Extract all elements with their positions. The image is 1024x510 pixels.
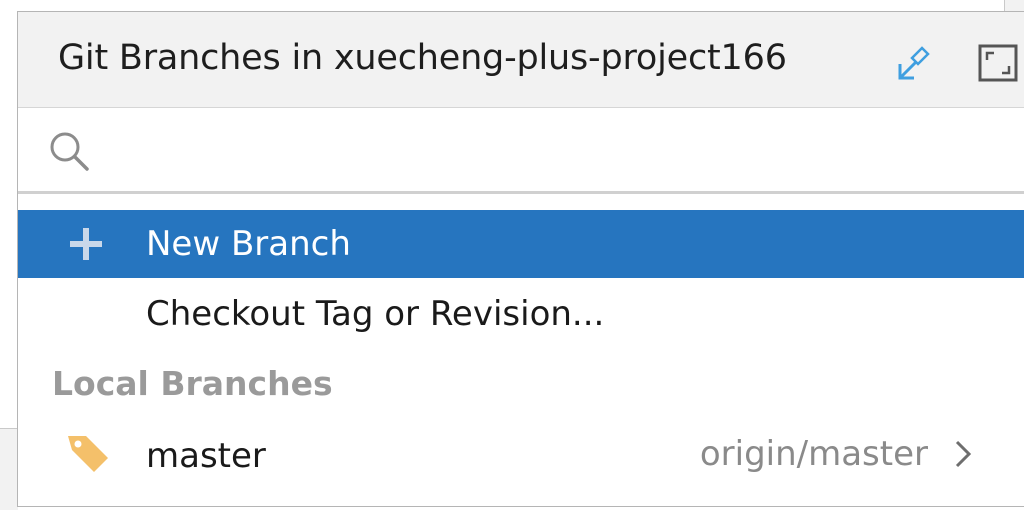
pin-icon[interactable] (890, 42, 934, 86)
checkout-tag-item[interactable]: Checkout Tag or Revision... (18, 280, 1024, 348)
new-branch-item[interactable]: New Branch (18, 210, 1024, 278)
new-branch-label: New Branch (146, 224, 351, 264)
plus-icon (70, 228, 102, 260)
git-branches-popup: Git Branches in xuecheng-plus-project166… (17, 11, 1024, 507)
chevron-right-icon[interactable] (948, 436, 978, 472)
local-branches-header: Local Branches (52, 364, 333, 403)
tag-icon (68, 436, 108, 472)
background-panel-lower (0, 428, 18, 510)
popup-header: Git Branches in xuecheng-plus-project166 (18, 12, 1024, 108)
checkout-tag-label: Checkout Tag or Revision... (146, 294, 605, 334)
branch-search-bar (18, 108, 1024, 194)
branch-search-input[interactable] (108, 126, 992, 176)
expand-icon[interactable] (976, 42, 1020, 86)
branch-name: master (146, 436, 266, 476)
branch-tracking: origin/master (699, 434, 928, 474)
popup-title: Git Branches in xuecheng-plus-project166 (58, 38, 787, 78)
search-icon (50, 132, 89, 171)
